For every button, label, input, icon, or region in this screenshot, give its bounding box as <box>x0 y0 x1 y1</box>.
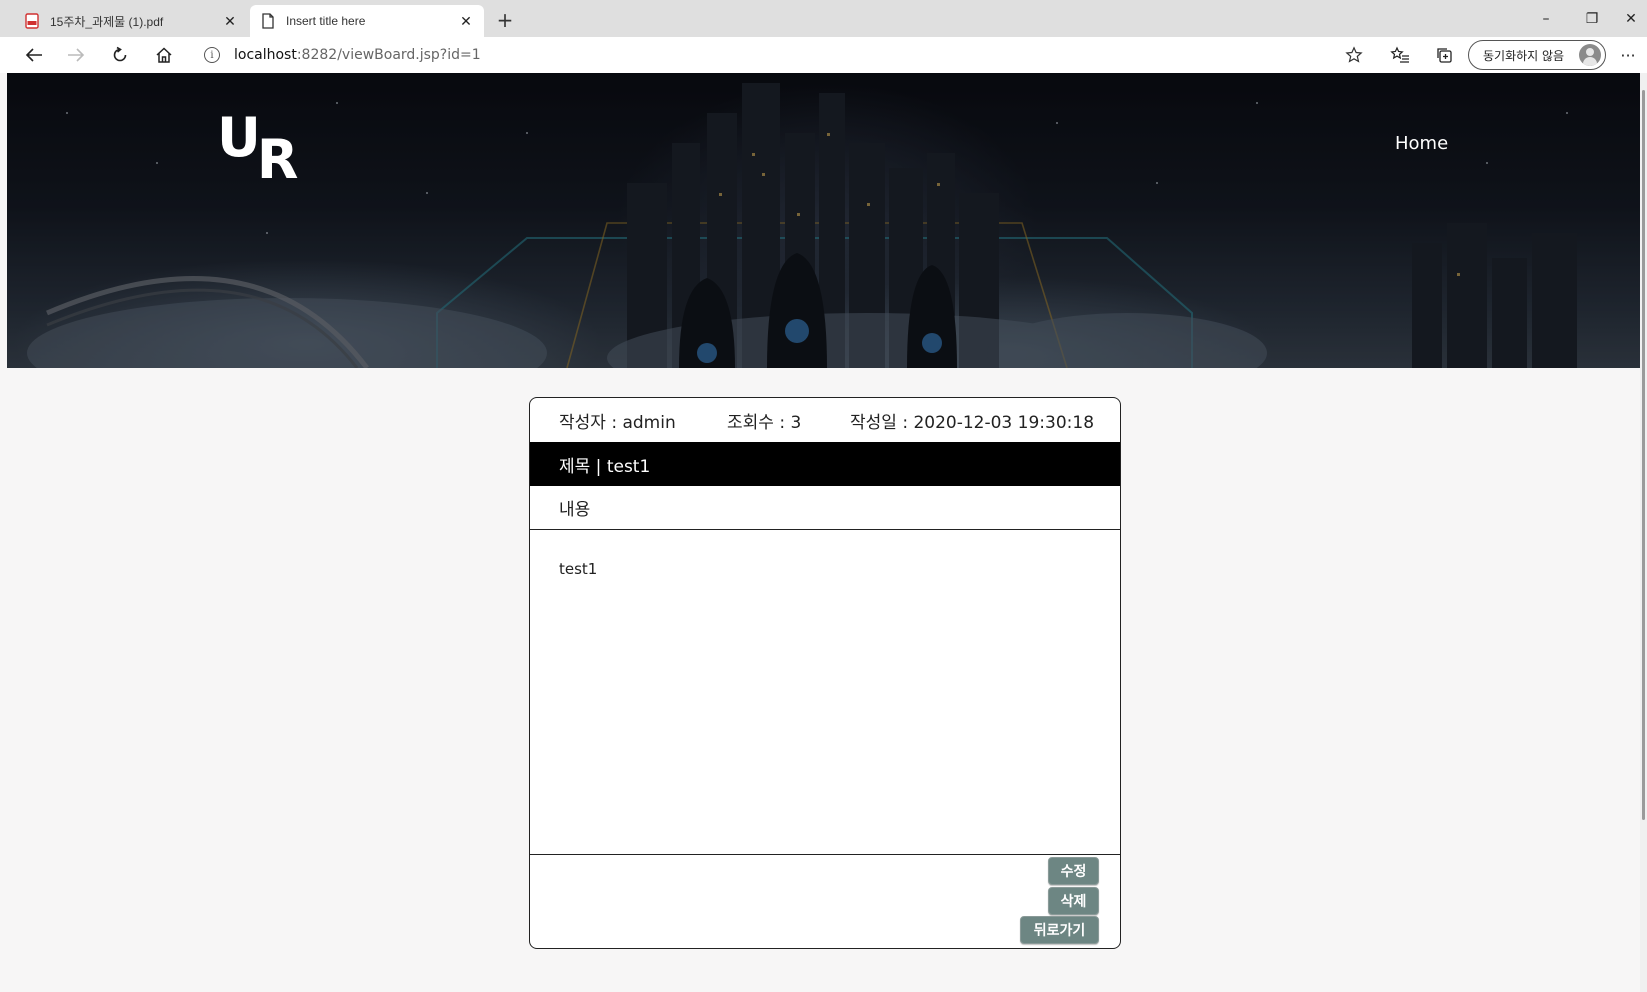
browser-toolbar: i localhost:8282/viewBoard.jsp?id=1 동기화하… <box>0 37 1647 73</box>
document-icon <box>260 13 276 29</box>
window-close-button[interactable]: ✕ <box>1616 5 1646 33</box>
post-actions: 수정 삭제 뒤로가기 <box>530 854 1120 948</box>
more-options-icon[interactable]: ··· <box>1612 40 1644 70</box>
post-view-count: 조회수 : 3 <box>727 412 802 433</box>
close-icon[interactable]: ✕ <box>458 13 474 30</box>
back-arrow-icon[interactable] <box>18 40 50 70</box>
tab-bar: 15주차_과제물 (1).pdf ✕ Insert title here ✕ +… <box>0 0 1647 37</box>
post-author: 작성자 : admin <box>559 412 676 433</box>
board-detail-card: 작성자 : admin 조회수 : 3 작성일 : 2020-12-03 19:… <box>529 397 1121 949</box>
home-icon[interactable] <box>148 40 180 70</box>
forward-arrow-icon[interactable] <box>60 40 92 70</box>
url-host: localhost <box>234 47 297 63</box>
tab-insert-title[interactable]: Insert title here ✕ <box>250 5 484 37</box>
profile-sync-button[interactable]: 동기화하지 않음 <box>1468 40 1606 70</box>
info-icon[interactable]: i <box>204 47 220 63</box>
collections-icon[interactable] <box>1428 40 1460 70</box>
star-icon[interactable] <box>1338 40 1370 70</box>
post-content: test1 <box>559 560 598 578</box>
nav-home-link[interactable]: Home <box>1395 133 1448 154</box>
logo-letter-u: U <box>217 106 261 169</box>
post-title: 제목 | test1 <box>530 442 1120 486</box>
back-button[interactable]: 뒤로가기 <box>1020 916 1099 944</box>
close-icon[interactable]: ✕ <box>222 13 238 30</box>
sync-label: 동기화하지 않음 <box>1483 48 1565 63</box>
hero-banner: UR Home <box>7 73 1640 368</box>
new-tab-button[interactable]: + <box>490 5 520 35</box>
pdf-icon <box>24 13 40 29</box>
post-date: 작성일 : 2020-12-03 19:30:18 <box>850 412 1095 433</box>
logo-letter-r: R <box>256 128 299 191</box>
avatar <box>1579 44 1601 66</box>
address-bar[interactable]: i localhost:8282/viewBoard.jsp?id=1 <box>192 39 1372 71</box>
tab-pdf[interactable]: 15주차_과제물 (1).pdf ✕ <box>14 5 248 37</box>
edit-button[interactable]: 수정 <box>1048 857 1099 885</box>
scrollbar-thumb[interactable] <box>1642 90 1645 820</box>
site-logo[interactable]: UR <box>217 106 298 187</box>
url-path: :8282/viewBoard.jsp?id=1 <box>296 47 481 63</box>
page-viewport: UR Home 작성자 : admin 조회수 : 3 작성일 : 2020-1… <box>7 73 1640 992</box>
restore-button[interactable]: ❐ <box>1572 5 1612 33</box>
favorites-icon[interactable] <box>1384 40 1416 70</box>
tab-title: Insert title here <box>286 14 366 28</box>
delete-button[interactable]: 삭제 <box>1048 887 1099 915</box>
post-meta-row: 작성자 : admin 조회수 : 3 작성일 : 2020-12-03 19:… <box>530 398 1120 442</box>
tab-title: 15주차_과제물 (1).pdf <box>50 14 164 29</box>
minimize-button[interactable]: – <box>1526 5 1566 33</box>
refresh-icon[interactable] <box>104 40 136 70</box>
content-label: 내용 <box>530 486 1120 530</box>
